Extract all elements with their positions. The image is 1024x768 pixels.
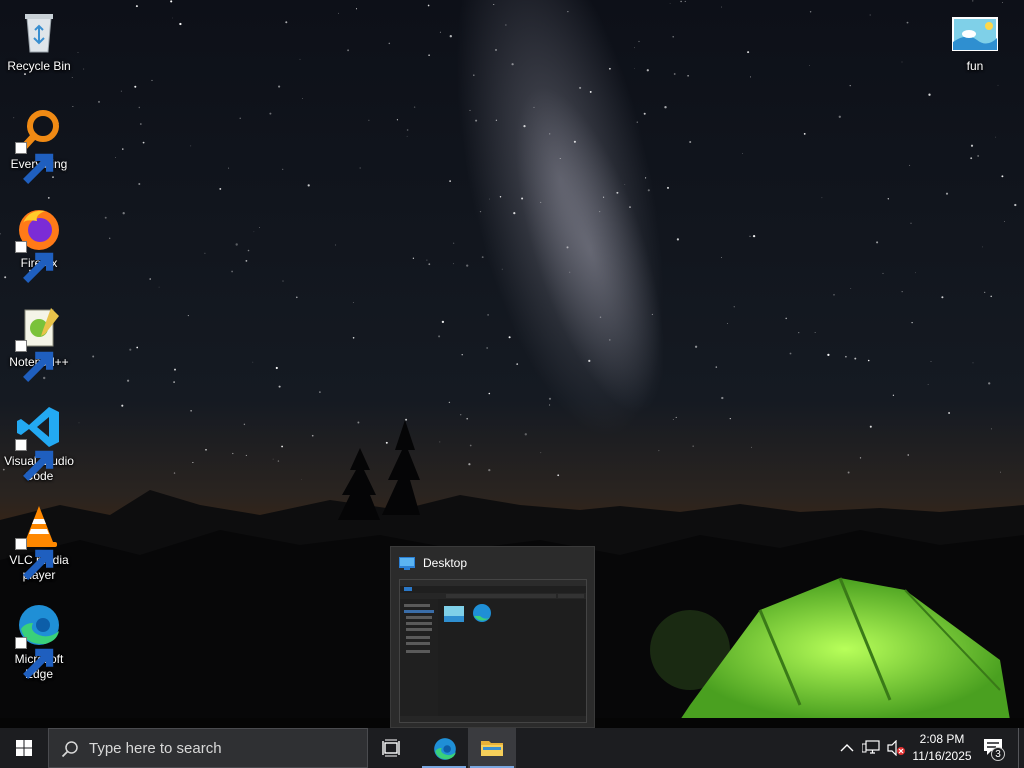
clock-time: 2:08 PM bbox=[919, 732, 965, 746]
shortcut-arrow-icon bbox=[15, 538, 54, 580]
folder-icon bbox=[481, 741, 503, 756]
show-desktop-button[interactable] bbox=[1018, 728, 1024, 768]
shortcut-arrow-icon bbox=[15, 340, 54, 382]
shortcut-arrow-icon bbox=[15, 637, 54, 679]
show-hidden-icons-button[interactable] bbox=[836, 728, 858, 768]
everything-search-icon bbox=[15, 106, 63, 184]
taskbar-app-edge[interactable] bbox=[420, 728, 468, 768]
desktop-icon-notepadpp[interactable]: Notepad++ bbox=[0, 304, 78, 382]
desktop-icon-fun[interactable]: fun bbox=[936, 8, 1014, 74]
taskbar-thumbnail-preview[interactable]: Desktop bbox=[390, 546, 595, 728]
action-center-button[interactable]: 3 bbox=[978, 728, 1012, 768]
taskbar-search-box[interactable]: Type here to search bbox=[48, 728, 368, 768]
desktop-icon-edge[interactable]: Microsoft Edge bbox=[0, 601, 78, 682]
task-view-icon bbox=[382, 739, 400, 757]
volume-muted-icon bbox=[887, 740, 905, 756]
network-tray-button[interactable] bbox=[858, 728, 884, 768]
volume-tray-button[interactable] bbox=[884, 728, 908, 768]
notepadpp-icon bbox=[15, 304, 63, 382]
recycle-bin-icon bbox=[15, 8, 63, 56]
task-view-button[interactable] bbox=[368, 728, 416, 768]
taskbar-app-file-explorer[interactable] bbox=[468, 728, 516, 768]
chevron-up-icon bbox=[840, 744, 854, 752]
desktop-icon-vlc[interactable]: VLC media player bbox=[0, 502, 78, 583]
file-explorer-window-icon bbox=[399, 557, 415, 575]
image-file-icon bbox=[951, 8, 999, 56]
search-placeholder: Type here to search bbox=[89, 740, 222, 757]
firefox-icon bbox=[15, 205, 63, 283]
notification-count-badge: 3 bbox=[991, 747, 1005, 761]
desktop-icon-firefox[interactable]: Firefox bbox=[0, 205, 78, 283]
shortcut-arrow-icon bbox=[15, 439, 54, 481]
desktop-icon-vscode[interactable]: Visual Studio Code bbox=[0, 403, 78, 484]
shortcut-arrow-icon bbox=[15, 241, 54, 283]
network-icon bbox=[862, 740, 880, 754]
windows-logo-icon bbox=[16, 740, 32, 756]
edge-icon bbox=[434, 738, 456, 760]
search-icon bbox=[61, 741, 78, 758]
clock-date: 11/16/2025 bbox=[912, 749, 972, 763]
desktop-icon-recycle-bin[interactable]: Recycle Bin bbox=[0, 8, 78, 74]
desktop-icon-label: fun bbox=[966, 59, 984, 73]
desktop-icon-label: Recycle Bin bbox=[7, 59, 71, 73]
clock: 2:08 PM 11/16/2025 bbox=[906, 731, 978, 765]
shortcut-arrow-icon bbox=[15, 142, 54, 184]
desktop-screen: Recycle Bin Everything Firefox Notepad++… bbox=[0, 0, 1024, 768]
preview-window-thumbnail bbox=[399, 579, 587, 723]
edge-icon bbox=[15, 601, 63, 679]
clock-tray-button[interactable]: 2:08 PM 11/16/2025 bbox=[906, 728, 978, 768]
preview-title: Desktop bbox=[423, 556, 468, 570]
desktop-icon-everything[interactable]: Everything bbox=[0, 106, 78, 184]
vlc-icon bbox=[15, 502, 63, 580]
taskbar: Type here to search 2:08 PM 11/16/2025 3 bbox=[0, 728, 1024, 768]
vscode-icon bbox=[15, 403, 63, 481]
start-button[interactable] bbox=[0, 728, 48, 768]
